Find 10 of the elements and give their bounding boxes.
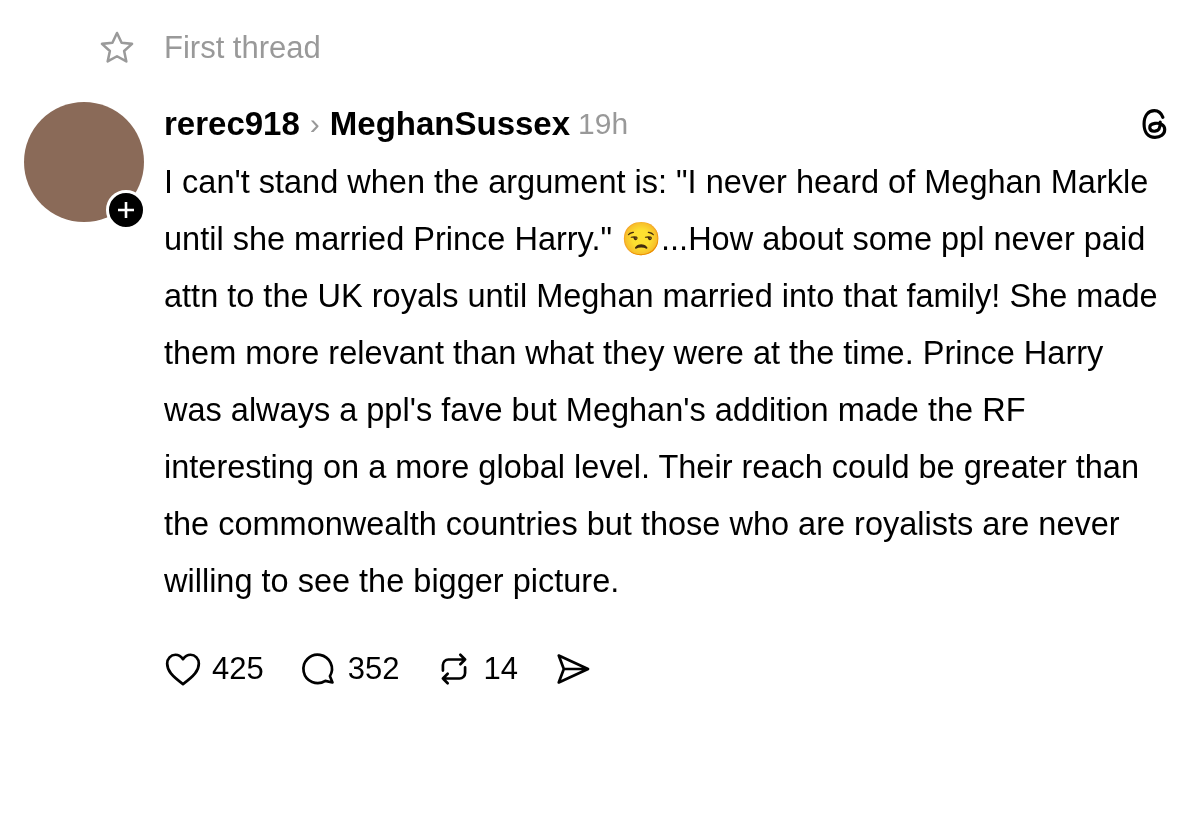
post-time: 19h bbox=[578, 107, 629, 141]
action-count: 352 bbox=[347, 651, 400, 687]
action-count: 14 bbox=[483, 651, 518, 687]
reply-to-name[interactable]: MeghanSussex bbox=[329, 105, 571, 143]
reply-chevron: › bbox=[309, 107, 320, 141]
post-text: I can't stand when the argument is: "I never heard of Meghan Markle until she married Prince Harry." 😒...How about some ppl never paid attn to the UK royals until Meghan married into that family! She made them more relevant than what they were at the time. Prince Harry was always a ppl's fave but Meghan's addition made the RF interesting on a more global level. Their reach could be greater than the commonwealth countries but those who are royalists are never willing to see the bigger picture. bbox=[164, 163, 1159, 601]
thread-label: First thread bbox=[164, 30, 321, 66]
heart-icon[interactable] bbox=[164, 651, 202, 687]
action-count: 425 bbox=[212, 651, 264, 687]
author-name[interactable]: rerec918 bbox=[164, 105, 300, 143]
